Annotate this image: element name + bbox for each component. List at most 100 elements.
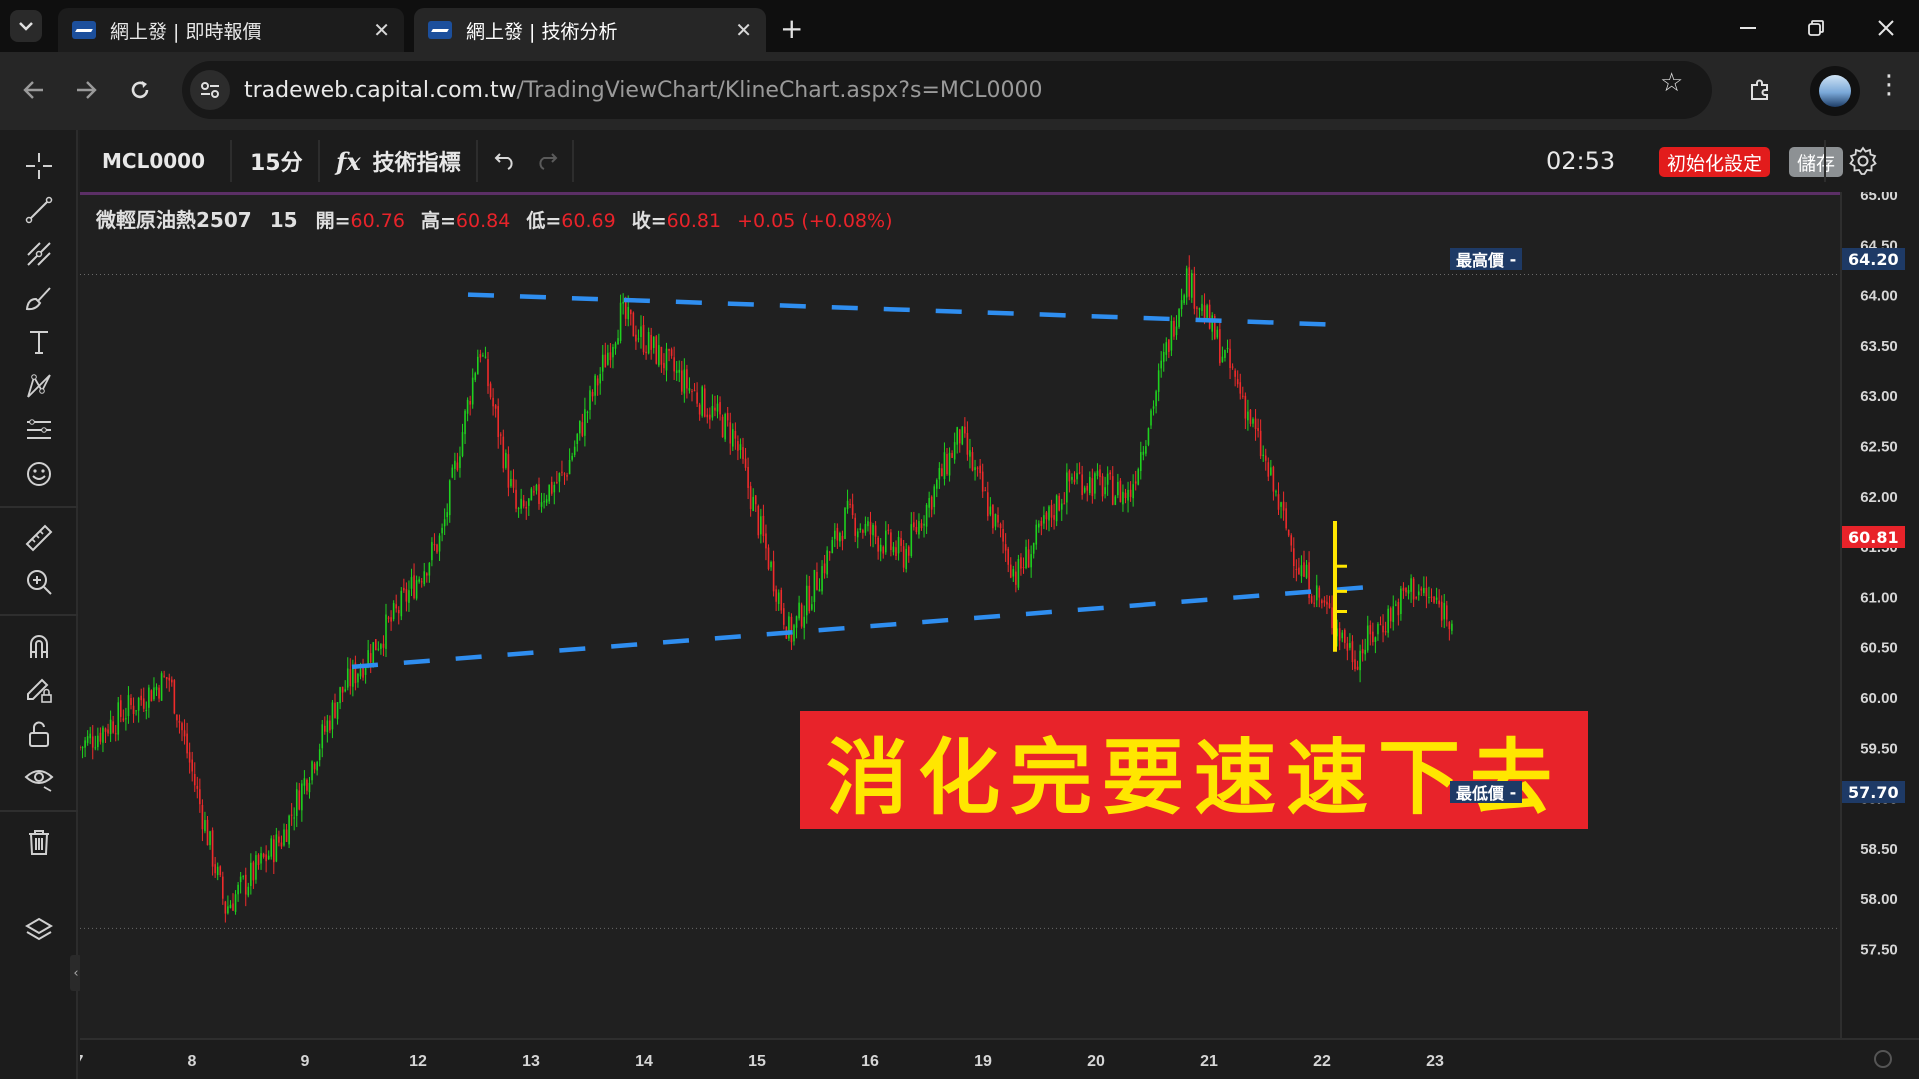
- time-axis-label: 21: [1200, 1053, 1218, 1070]
- annotation-banner: 消化完要速速下去: [800, 711, 1588, 829]
- price-axis-label: 57.50: [1860, 942, 1898, 959]
- close-label: 收=: [631, 210, 667, 232]
- ohlc-legend: 微輕原油熱2507 15 開=60.76 高=60.84 低=60.69 收=6…: [96, 204, 892, 233]
- layers-icon: [25, 917, 53, 941]
- magnet-tool[interactable]: [19, 626, 59, 666]
- candle: [757, 504, 760, 539]
- undo-button[interactable]: [494, 130, 516, 192]
- symbol-search-button[interactable]: MCL0000: [102, 130, 205, 192]
- eye-icon: [24, 770, 54, 792]
- low-label: 低=: [526, 210, 562, 232]
- browser-menu-icon[interactable]: ⋮: [1876, 70, 1902, 100]
- forecast-tool[interactable]: [19, 410, 59, 450]
- price-axis-label: 61.00: [1860, 589, 1898, 606]
- pattern-tool[interactable]: [19, 366, 59, 406]
- visibility-tool[interactable]: [19, 758, 59, 798]
- change-value: +0.05 (+0.08%): [737, 210, 893, 232]
- fib-tool[interactable]: [19, 234, 59, 274]
- candle: [530, 487, 533, 501]
- save-button[interactable]: 儲存: [1789, 147, 1844, 177]
- pitchfork-icon: [27, 242, 51, 266]
- gear-icon: [1849, 146, 1877, 175]
- lock-drawings-tool[interactable]: [19, 670, 59, 710]
- toolbar-divider: [1824, 140, 1826, 182]
- emoji-tool[interactable]: [19, 454, 59, 494]
- puzzle-icon: [1751, 79, 1768, 100]
- zoom-in-icon: [27, 570, 52, 595]
- price-axis-label: 59.50: [1860, 740, 1898, 757]
- chart-settings-button[interactable]: [1846, 144, 1880, 178]
- close-tab-icon[interactable]: ✕: [373, 18, 390, 42]
- profile-button[interactable]: [1810, 66, 1860, 116]
- minimize-window-button[interactable]: [1718, 8, 1778, 48]
- high-price-label: 最高價 -: [1450, 248, 1523, 270]
- new-tab-button[interactable]: +: [780, 12, 803, 45]
- close-icon: [1878, 20, 1894, 36]
- candle: [160, 671, 163, 701]
- forward-button[interactable]: [64, 68, 108, 112]
- high-label: 高=: [420, 210, 456, 232]
- back-button[interactable]: [12, 68, 56, 112]
- close-value: 60.81: [666, 210, 722, 232]
- time-axis-label: 20: [1087, 1053, 1105, 1070]
- remove-drawings-tool[interactable]: [19, 822, 59, 862]
- time-axis-label: 8: [188, 1053, 197, 1070]
- tab-title: 網上發 | 技術分析: [466, 20, 618, 43]
- extensions-button[interactable]: [1738, 68, 1782, 112]
- browser-tab-technical-analysis[interactable]: 網上發 | 技術分析 ✕: [414, 8, 766, 52]
- time-axis-label: 15: [748, 1053, 766, 1070]
- candle: [117, 697, 120, 741]
- object-tree-tool[interactable]: [19, 910, 59, 950]
- tab-search-button[interactable]: [10, 10, 42, 42]
- browser-tab-quotes[interactable]: 網上發 | 即時報價 ✕: [58, 8, 404, 52]
- time-axis-label: 23: [1426, 1053, 1444, 1070]
- time-axis-label: 14: [635, 1053, 653, 1070]
- redo-icon: [539, 153, 558, 170]
- reset-settings-button[interactable]: 初始化設定: [1659, 147, 1771, 177]
- close-tab-icon[interactable]: ✕: [735, 18, 752, 42]
- zoom-tool[interactable]: [19, 562, 59, 602]
- time-axis-label: 7: [80, 1053, 84, 1070]
- pattern-icon: [27, 374, 51, 398]
- price-axis-label: 60.00: [1860, 690, 1898, 707]
- magnet-icon: [30, 635, 48, 658]
- crosshair-tool[interactable]: [19, 146, 59, 186]
- reload-button[interactable]: [118, 68, 162, 112]
- toolbar-divider: [230, 140, 232, 182]
- close-window-button[interactable]: [1856, 8, 1916, 48]
- candle: [1137, 467, 1140, 486]
- arrow-right-icon: [77, 81, 97, 99]
- site-info-button[interactable]: [190, 70, 230, 110]
- reload-icon: [131, 81, 149, 99]
- low-price-label: 最低價 -: [1450, 781, 1523, 803]
- time-axis-label: 9: [301, 1053, 310, 1070]
- annotation-text: 消化完要速速下去: [825, 729, 1562, 826]
- price-chart[interactable]: 65.0064.5064.0063.5063.0062.5062.0061.50…: [80, 192, 1919, 1079]
- smiley-icon: [27, 462, 51, 486]
- bookmark-star-icon[interactable]: ☆: [1660, 68, 1683, 98]
- trend-line-tool[interactable]: [19, 190, 59, 230]
- brush-tool[interactable]: [19, 278, 59, 318]
- time-axis-label: 22: [1313, 1053, 1331, 1070]
- ruler-icon: [25, 524, 53, 552]
- price-axis-label: 63.00: [1860, 388, 1898, 405]
- high-price-tag: 64.20: [1842, 248, 1905, 270]
- candle: [392, 600, 395, 622]
- text-tool[interactable]: [19, 322, 59, 362]
- low-price-text: 最低價: [1456, 784, 1505, 803]
- measure-tool[interactable]: [19, 518, 59, 558]
- redo-button[interactable]: [536, 130, 558, 192]
- candle: [655, 335, 658, 365]
- price-axis-label: 60.50: [1860, 640, 1898, 657]
- toolbar-divider: [476, 140, 478, 182]
- time-axis-label: 19: [974, 1053, 992, 1070]
- chart-pane[interactable]: 65.0064.5064.0063.5063.0062.5062.0061.50…: [80, 192, 1919, 1079]
- indicators-button[interactable]: fx 技術指標: [336, 130, 461, 192]
- address-bar[interactable]: tradeweb.capital.com.tw/TradingViewChart…: [182, 61, 1712, 119]
- brush-icon: [25, 287, 51, 311]
- lock-tool[interactable]: [19, 714, 59, 754]
- text-icon: [30, 331, 48, 354]
- toolbar-divider: [0, 810, 78, 812]
- interval-button[interactable]: 15分: [250, 130, 303, 192]
- restore-window-button[interactable]: [1786, 8, 1846, 48]
